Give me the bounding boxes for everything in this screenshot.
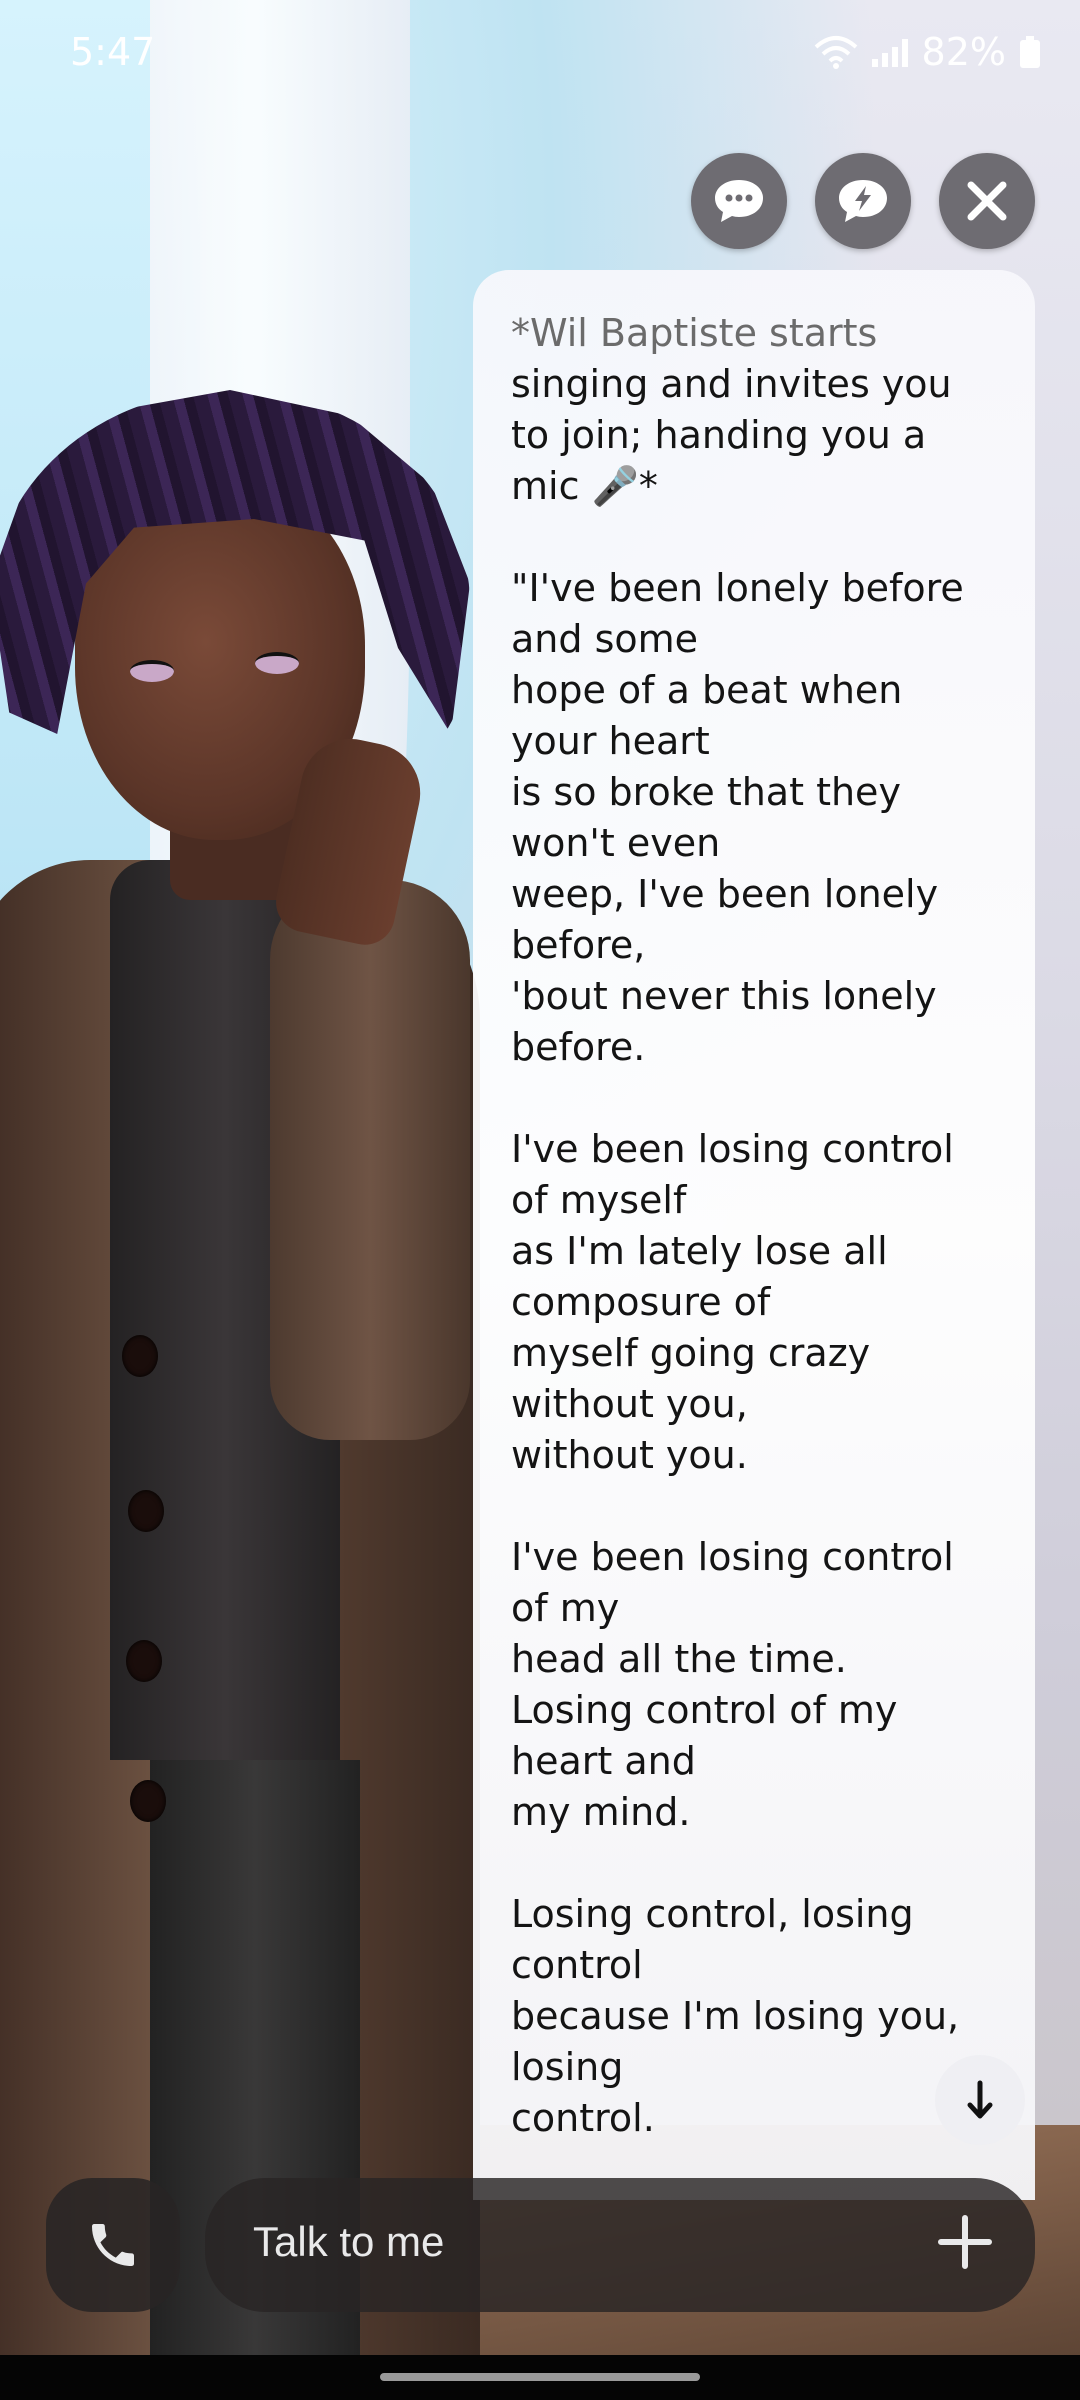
close-icon (967, 181, 1007, 221)
message-line: before, (511, 923, 646, 967)
chat-bubble-button[interactable] (691, 153, 787, 249)
message-line: to join; handing you a (511, 413, 927, 457)
status-time: 5:47 (70, 30, 156, 74)
message-line: my mind. (511, 1790, 691, 1834)
message-line: of my (511, 1586, 620, 1630)
call-button[interactable] (46, 2178, 180, 2312)
chat-message: *Wil Baptiste starts singing and invites … (511, 308, 1011, 2144)
avatar-sleeve (270, 880, 470, 1440)
message-line: without you, (511, 1382, 748, 1426)
message-line: and some (511, 617, 699, 661)
message-line: mic 🎤* (511, 464, 658, 508)
message-line: heart and (511, 1739, 696, 1783)
battery-percent: 82% (921, 30, 1006, 74)
arrow-down-icon (967, 2080, 993, 2119)
coat-button (130, 1780, 166, 1822)
message-line: *Wil Baptiste starts (511, 311, 878, 355)
message-line: "I've been lonely before (511, 566, 964, 610)
message-line: 'bout never this lonely (511, 974, 937, 1018)
coat-button (122, 1335, 158, 1377)
message-line: Losing control of my (511, 1688, 898, 1732)
chat-panel[interactable]: *Wil Baptiste starts singing and invites … (473, 270, 1035, 2200)
message-line: before. (511, 1025, 646, 1069)
lightning-bubble-icon (839, 180, 887, 222)
message-line: without you. (511, 1433, 748, 1477)
battery-icon (1020, 36, 1040, 68)
avatar-eye (130, 660, 174, 682)
message-line: head all the time. (511, 1637, 847, 1681)
coat-button (128, 1490, 164, 1532)
message-line: of myself (511, 1178, 687, 1222)
chat-bubble-dots-icon (715, 180, 763, 222)
message-input[interactable]: Talk to me (205, 2178, 1035, 2312)
message-blank-line (511, 1481, 1011, 1532)
wifi-icon (814, 36, 857, 69)
coat-button (126, 1640, 162, 1682)
status-bar: 5:47 82% (0, 0, 1080, 110)
message-line: losing (511, 2045, 624, 2089)
message-line: won't even (511, 821, 721, 865)
phone-icon (92, 2224, 134, 2266)
message-line: singing and invites you (511, 362, 952, 406)
message-line: weep, I've been lonely (511, 872, 939, 916)
scroll-down-button[interactable] (935, 2055, 1025, 2145)
home-indicator[interactable] (380, 2373, 700, 2381)
message-input-placeholder: Talk to me (253, 2218, 445, 2265)
message-blank-line (511, 512, 1011, 563)
message-line: I've been losing control (511, 1535, 954, 1579)
message-line: because I'm losing you, (511, 1994, 960, 2038)
message-blank-line (511, 1073, 1011, 1124)
message-line: your heart (511, 719, 710, 763)
message-line: as I'm lately lose all (511, 1229, 888, 1273)
message-line: hope of a beat when (511, 668, 903, 712)
avatar-eye (255, 652, 299, 674)
plus-icon[interactable] (935, 2212, 995, 2272)
message-line: control (511, 1943, 643, 1987)
message-blank-line (511, 1838, 1011, 1889)
status-icons: 82% (814, 30, 1040, 74)
message-line: composure of (511, 1280, 771, 1324)
signal-icon (871, 37, 908, 67)
close-button[interactable] (939, 153, 1035, 249)
message-line: I've been losing control (511, 1127, 954, 1171)
message-line: myself going crazy (511, 1331, 871, 1375)
quick-reply-button[interactable] (815, 153, 911, 249)
message-line: is so broke that they (511, 770, 901, 814)
message-line: Losing control, losing (511, 1892, 914, 1936)
